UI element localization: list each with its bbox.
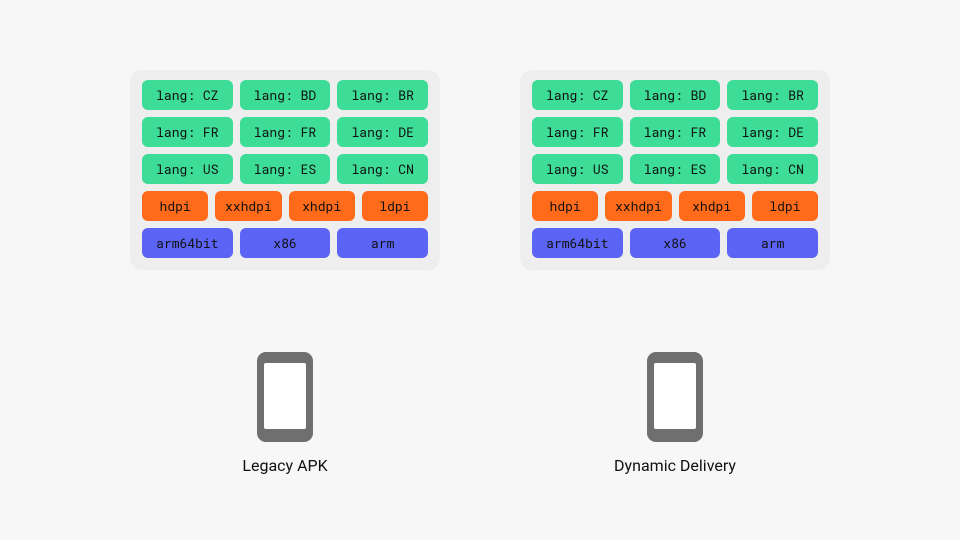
chip-lang: lang: US xyxy=(532,154,623,184)
chip-lang: lang: BD xyxy=(630,80,721,110)
device-group-left: Legacy APK xyxy=(242,352,327,475)
dpi-row: hdpi xxhdpi xhdpi ldpi xyxy=(532,191,818,221)
chip-abi: arm64bit xyxy=(532,228,623,258)
abi-row: arm64bit x86 arm xyxy=(142,228,428,258)
chip-abi: x86 xyxy=(240,228,331,258)
chip-lang: lang: DE xyxy=(727,117,818,147)
phone-icon xyxy=(647,352,703,442)
bundle-panel-right: lang: CZ lang: BD lang: BR lang: FR lang… xyxy=(520,70,830,270)
column-dynamic-delivery: lang: CZ lang: BD lang: BR lang: FR lang… xyxy=(520,70,830,475)
device-group-right: Dynamic Delivery xyxy=(614,352,736,475)
chip-lang: lang: US xyxy=(142,154,233,184)
chip-dpi: xxhdpi xyxy=(605,191,671,221)
chip-dpi: hdpi xyxy=(532,191,598,221)
chip-abi: arm64bit xyxy=(142,228,233,258)
chip-lang: lang: BD xyxy=(240,80,331,110)
chip-dpi: xhdpi xyxy=(289,191,355,221)
chip-lang: lang: CN xyxy=(337,154,428,184)
chip-lang: lang: FR xyxy=(532,117,623,147)
chip-lang: lang: ES xyxy=(630,154,721,184)
caption-legacy-apk: Legacy APK xyxy=(242,456,327,475)
chip-lang: lang: BR xyxy=(337,80,428,110)
lang-row: lang: US lang: ES lang: CN xyxy=(142,154,428,184)
lang-row: lang: FR lang: FR lang: DE xyxy=(532,117,818,147)
column-legacy-apk: lang: CZ lang: BD lang: BR lang: FR lang… xyxy=(130,70,440,475)
lang-row: lang: FR lang: FR lang: DE xyxy=(142,117,428,147)
chip-abi: x86 xyxy=(630,228,721,258)
chip-abi: arm xyxy=(337,228,428,258)
lang-row: lang: CZ lang: BD lang: BR xyxy=(532,80,818,110)
chip-lang: lang: CZ xyxy=(142,80,233,110)
caption-dynamic-delivery: Dynamic Delivery xyxy=(614,456,736,475)
chip-dpi: ldpi xyxy=(752,191,818,221)
chip-lang: lang: BR xyxy=(727,80,818,110)
chip-dpi: hdpi xyxy=(142,191,208,221)
chip-lang: lang: CZ xyxy=(532,80,623,110)
lang-row: lang: CZ lang: BD lang: BR xyxy=(142,80,428,110)
chip-dpi: xxhdpi xyxy=(215,191,281,221)
chip-lang: lang: CN xyxy=(727,154,818,184)
chip-dpi: xhdpi xyxy=(679,191,745,221)
lang-row: lang: US lang: ES lang: CN xyxy=(532,154,818,184)
chip-lang: lang: FR xyxy=(240,117,331,147)
chip-lang: lang: FR xyxy=(630,117,721,147)
chip-lang: lang: ES xyxy=(240,154,331,184)
dpi-row: hdpi xxhdpi xhdpi ldpi xyxy=(142,191,428,221)
phone-icon xyxy=(257,352,313,442)
abi-row: arm64bit x86 arm xyxy=(532,228,818,258)
diagram-stage: lang: CZ lang: BD lang: BR lang: FR lang… xyxy=(0,0,960,475)
chip-lang: lang: FR xyxy=(142,117,233,147)
chip-dpi: ldpi xyxy=(362,191,428,221)
chip-lang: lang: DE xyxy=(337,117,428,147)
bundle-panel-left: lang: CZ lang: BD lang: BR lang: FR lang… xyxy=(130,70,440,270)
chip-abi: arm xyxy=(727,228,818,258)
